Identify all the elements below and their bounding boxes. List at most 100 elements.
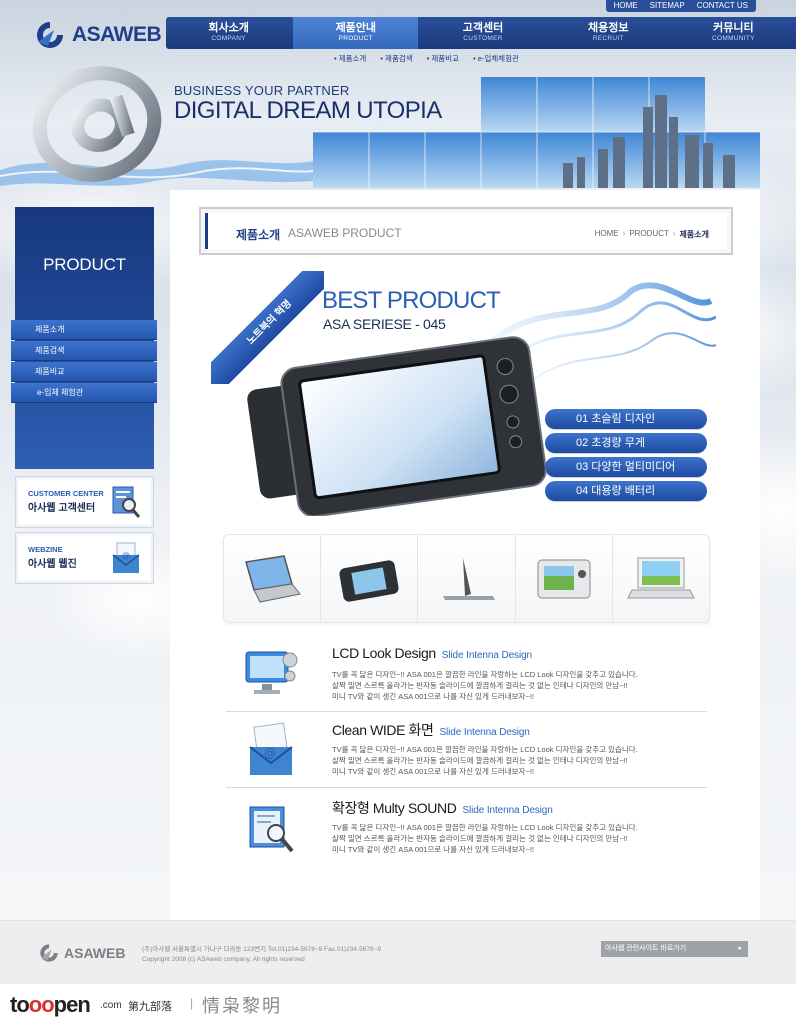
gnb-label: 제품안내 bbox=[335, 22, 377, 34]
product-thumbnail-strip bbox=[223, 534, 710, 623]
left-nav-item[interactable]: 제품소개 bbox=[11, 320, 157, 340]
site-footer: ASAWEB (주)아사웹 서울특별시 가나구 다라동 123번지 Tel.01… bbox=[0, 920, 796, 984]
camera-icon bbox=[537, 559, 591, 598]
row-divider bbox=[226, 787, 707, 788]
hero-title: BEST PRODUCT bbox=[322, 287, 501, 314]
feature-line: 살짝 밀면 스르륵 올라가는 반자동 슬라이드에 깔끔하게 걸리는 것 없는 인… bbox=[332, 834, 628, 843]
feature-description: TV를 꼭 닮은 디자인~!! ASA 001은 깔끔한 라인을 자랑하는 LC… bbox=[332, 822, 702, 855]
watermark-brand-c: pen bbox=[53, 992, 91, 1017]
breadcrumb-sep-icon: › bbox=[622, 229, 626, 238]
watermark-brand: tooopen bbox=[10, 992, 91, 1018]
customer-center-banner[interactable]: CUSTOMER CENTER 아사웹 고객센터 bbox=[15, 476, 154, 528]
left-nav-item[interactable]: 제품비교 bbox=[11, 362, 157, 382]
feature-pill[interactable]: 02 초경량 무게 bbox=[545, 433, 707, 453]
city-skyline-image bbox=[313, 77, 760, 188]
gnb-recruit[interactable]: 채용정보 RECRUIT bbox=[546, 17, 671, 49]
page-title-bar: 제품소개 ASAWEB PRODUCT HOME › PRODUCT › 제품소… bbox=[199, 207, 733, 255]
sub-nav-item[interactable]: 제품검색 bbox=[380, 53, 413, 64]
white-laptop-icon bbox=[627, 557, 695, 598]
left-nav-item[interactable]: e-입체 체험관 bbox=[11, 383, 157, 403]
mail-icon: @ bbox=[112, 542, 140, 573]
breadcrumb-home[interactable]: HOME bbox=[595, 229, 619, 240]
feature-line: 살짝 밀면 스르륵 올라가는 반자동 슬라이드에 깔끔하게 걸리는 것 없는 인… bbox=[332, 681, 628, 690]
feature-pill[interactable]: 04 대용량 배터리 bbox=[545, 481, 707, 501]
utility-nav: HOME SITEMAP CONTACT US bbox=[605, 0, 756, 12]
feature-subtitle: Slide Intenna Design bbox=[462, 805, 553, 816]
feature-line: 살짝 밀면 스르륵 올라가는 반자동 슬라이드에 깔끔하게 걸리는 것 없는 인… bbox=[332, 756, 628, 765]
sub-nav-item[interactable]: e-입체체험관 bbox=[473, 53, 519, 64]
footer-address-line: (주)아사웹 서울특별시 가나구 다라동 123번지 Tel.01)234-56… bbox=[142, 946, 381, 953]
footer-copyright: Copyright 2008 (c) ASAweb company. All r… bbox=[142, 956, 305, 963]
feature-line: 미니 TV와 같이 생긴 ASA 001으로 나를 자신 있게 드러내보자~!! bbox=[332, 692, 534, 701]
feature-line: TV를 꼭 닮은 디자인~!! ASA 001은 깔끔한 라인을 자랑하는 LC… bbox=[332, 745, 638, 754]
logo-text: ASAWEB bbox=[72, 23, 162, 46]
watermark-brand-b: oo bbox=[28, 992, 55, 1017]
gnb-sublabel: PRODUCT bbox=[338, 35, 373, 42]
feature-title: Clean WIDE 화면 bbox=[332, 722, 434, 738]
webzine-banner[interactable]: WEBZINE 아사웹 웹진 @ bbox=[15, 532, 154, 584]
gnb-product[interactable]: 제품안내 PRODUCT bbox=[293, 17, 419, 49]
feature-heading: Clean WIDE 화면 Slide Intenna Design bbox=[332, 720, 530, 740]
gnb-sublabel: COMMUNITY bbox=[712, 35, 755, 42]
title-bar-inner: 제품소개 ASAWEB PRODUCT HOME › PRODUCT › 제품소… bbox=[205, 213, 727, 249]
page-title-en: ASAWEB PRODUCT bbox=[288, 226, 402, 240]
watermark-domain: .com bbox=[100, 1000, 122, 1011]
watermark-strip: tooopen .com 第九部落 | 情枭黎明 bbox=[0, 984, 796, 1024]
breadcrumb-current: 제품소개 bbox=[679, 230, 709, 239]
feature-subtitle: Slide Intenna Design bbox=[439, 727, 530, 738]
laptop-side-icon bbox=[442, 557, 495, 600]
ribbon-label: 노트북의 혁명 bbox=[211, 271, 324, 384]
site-logo[interactable]: ASAWEB bbox=[34, 20, 162, 50]
thumbnail-camera[interactable] bbox=[516, 535, 613, 622]
feature-pill[interactable]: 03 다양한 멀티미디어 bbox=[545, 457, 707, 477]
gnb-sublabel: CUSTOMER bbox=[463, 35, 503, 42]
thumbnail-portable-player[interactable] bbox=[321, 535, 419, 622]
footer-logo[interactable]: ASAWEB bbox=[38, 943, 125, 963]
feature-description: TV를 꼭 닮은 디자인~!! ASA 001은 깔끔한 라인을 자랑하는 LC… bbox=[332, 744, 702, 777]
thumbnail-laptop-open[interactable] bbox=[224, 535, 322, 622]
gnb-company[interactable]: 회사소개 COMPANY bbox=[166, 17, 291, 49]
sub-nav: 제품소개 제품검색 제품비교 e-입체체험관 bbox=[334, 53, 519, 64]
thumbnail-laptop-white[interactable] bbox=[613, 535, 709, 622]
thumbnail-laptop-side[interactable] bbox=[418, 535, 516, 622]
util-sitemap-link[interactable]: SITEMAP bbox=[650, 0, 685, 12]
magnifier-document-icon bbox=[112, 486, 141, 518]
feature-list: 01 초슬림 디자인 02 초경량 무게 03 다양한 멀티미디어 04 대용량… bbox=[545, 409, 707, 505]
left-nav-panel: PRODUCT 제품소개 제품검색 제품비교 e-입체 체험관 bbox=[11, 207, 157, 469]
global-nav: 회사소개 COMPANY 제품안내 PRODUCT 고객센터 CUSTOMER … bbox=[166, 17, 796, 49]
feature-line: TV를 꼭 닮은 디자인~!! ASA 001은 깔끔한 라인을 자랑하는 LC… bbox=[332, 670, 638, 679]
gnb-customer[interactable]: 고객센터 CUSTOMER bbox=[420, 17, 545, 49]
family-site-label: 아사웹 관련사이트 바로가기 bbox=[605, 945, 687, 952]
svg-text:@: @ bbox=[122, 551, 130, 560]
feature-heading: 확장형 Multy SOUND Slide Intenna Design bbox=[332, 798, 553, 818]
feature-line: 미니 TV와 같이 생긴 ASA 001으로 나를 자신 있게 드러내보자~!! bbox=[332, 845, 534, 854]
gnb-sublabel: RECRUIT bbox=[592, 35, 624, 42]
mail-icon: @ bbox=[249, 722, 293, 775]
left-nav-item[interactable]: 제품검색 bbox=[11, 341, 157, 361]
sub-nav-item[interactable]: 제품소개 bbox=[334, 53, 367, 64]
search-document-icon bbox=[249, 806, 294, 853]
watermark-author: 情枭黎明 bbox=[202, 996, 282, 1016]
monitor-icon bbox=[245, 651, 298, 694]
feature-subtitle: Slide Intenna Design bbox=[441, 650, 533, 661]
gnb-community[interactable]: 커뮤니티 COMMUNITY bbox=[671, 17, 796, 49]
feature-description: TV를 꼭 닮은 디자인~!! ASA 001은 깔끔한 라인을 자랑하는 LC… bbox=[332, 669, 702, 702]
feature-pill[interactable]: 01 초슬림 디자인 bbox=[545, 409, 707, 429]
family-site-select[interactable]: 아사웹 관련사이트 바로가기 ▸ bbox=[601, 941, 748, 957]
left-nav-list: 제품소개 제품검색 제품비교 e-입체 체험관 bbox=[11, 320, 157, 404]
sub-nav-item[interactable]: 제품비교 bbox=[427, 53, 459, 64]
hero-series: ASA SERIESE - 045 bbox=[323, 316, 446, 332]
banner-ko-label: 아사웹 웹진 bbox=[28, 559, 77, 570]
breadcrumb-product[interactable]: PRODUCT bbox=[629, 229, 669, 240]
feature-line: TV를 꼭 닮은 디자인~!! ASA 001은 깔끔한 라인을 자랑하는 LC… bbox=[332, 823, 638, 832]
gnb-label: 고객센터 bbox=[462, 22, 504, 34]
left-nav-title: PRODUCT bbox=[43, 255, 126, 274]
breadcrumb-sep-icon: › bbox=[672, 229, 676, 238]
feature-title: LCD Look Design bbox=[332, 645, 436, 661]
footer-logo-icon bbox=[40, 944, 58, 962]
banner-en-label: WEBZINE bbox=[28, 545, 63, 554]
util-home-link[interactable]: HOME bbox=[614, 0, 638, 12]
util-contact-link[interactable]: CONTACT US bbox=[697, 0, 748, 12]
footer-address: (주)아사웹 서울특별시 가나구 다라동 123번지 Tel.01)234-56… bbox=[142, 945, 381, 965]
feature-title: 확장형 Multy SOUND bbox=[332, 800, 457, 816]
